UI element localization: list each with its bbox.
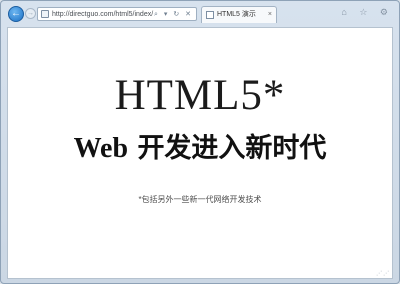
subheadline-web: Web — [73, 133, 129, 164]
address-url[interactable]: http://directguo.com/html5/index/ — [52, 9, 153, 20]
page-subheadline: Web 开发进入新时代 — [8, 132, 392, 166]
page-caption: *包括另外一些新一代网络开发技术 — [138, 195, 262, 204]
tab-title: HTML5 演示 — [217, 11, 256, 18]
browser-toolbar: ← → http://directguo.com/html5/index/ ⌕ … — [1, 1, 399, 27]
home-favorites-tools-icons[interactable]: ⌂ ☆ ⚙ — [341, 7, 393, 18]
page-headline: HTML5* — [114, 72, 286, 119]
back-button[interactable]: ← — [8, 6, 24, 22]
address-bar[interactable]: http://directguo.com/html5/index/ ⌕ ▾ ↻ … — [37, 7, 197, 21]
tab-close-icon[interactable]: × — [268, 10, 272, 20]
resize-grip-icon[interactable]: ⋰⋰ — [376, 270, 390, 277]
tab-active[interactable]: HTML5 演示 × — [201, 6, 277, 23]
forward-arrow-icon: → — [27, 10, 34, 17]
page-icon — [41, 10, 49, 18]
address-actions-icons[interactable]: ⌕ ▾ ↻ ✕ — [154, 9, 193, 20]
back-arrow-icon: ← — [11, 8, 21, 19]
forward-button[interactable]: → — [25, 8, 36, 19]
page-content: HTML5* Web 开发进入新时代 *包括另外一些新一代网络开发技术 ⋰⋰ — [7, 27, 393, 279]
tab-page-icon — [206, 11, 214, 19]
subheadline-cjk: 开发进入新时代 — [137, 133, 327, 164]
browser-window: ← → http://directguo.com/html5/index/ ⌕ … — [0, 0, 400, 284]
